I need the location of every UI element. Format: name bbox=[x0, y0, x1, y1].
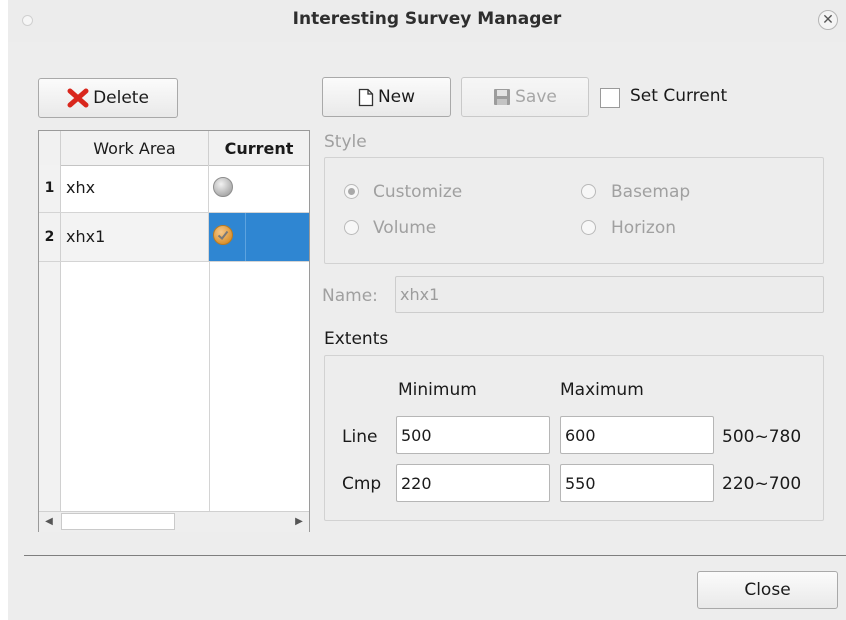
radio-basemap-label: Basemap bbox=[611, 182, 691, 202]
scroll-right-arrow-icon[interactable]: ▶ bbox=[289, 512, 309, 531]
name-field[interactable] bbox=[395, 276, 824, 313]
column-divider bbox=[209, 262, 210, 511]
current-cell[interactable] bbox=[209, 165, 309, 212]
table-header: Work Area Current bbox=[39, 131, 309, 166]
cmp-minimum-input[interactable] bbox=[396, 464, 550, 502]
new-document-icon bbox=[358, 88, 374, 106]
radio-customize[interactable] bbox=[344, 184, 359, 199]
cmp-maximum-input[interactable] bbox=[560, 464, 714, 502]
radio-volume[interactable] bbox=[344, 220, 359, 235]
extents-label: Extents bbox=[324, 329, 389, 349]
work-area-table: Work Area Current 1 xhx 2 xhx1 ◀ ▶ bbox=[38, 130, 310, 532]
work-area-cell[interactable]: xhx1 bbox=[61, 213, 209, 261]
radio-customize-label: Customize bbox=[373, 182, 463, 202]
set-current-label: Set Current bbox=[630, 86, 728, 106]
minimum-header: Minimum bbox=[398, 380, 477, 400]
line-range-text: 500~780 bbox=[722, 427, 802, 447]
cmp-label: Cmp bbox=[342, 474, 382, 494]
new-button-label: New bbox=[377, 87, 416, 107]
new-button[interactable]: New bbox=[322, 77, 451, 117]
delete-button-label: Delete bbox=[93, 88, 149, 108]
radio-horizon-label: Horizon bbox=[611, 218, 676, 238]
inactive-circle-icon bbox=[213, 177, 233, 197]
scroll-left-arrow-icon[interactable]: ◀ bbox=[39, 512, 59, 531]
close-icon: ✕ bbox=[822, 12, 834, 28]
row-number: 1 bbox=[39, 165, 61, 212]
dialog-window: Interesting Survey Manager ✕ Delete New … bbox=[8, 0, 846, 620]
delete-button[interactable]: Delete bbox=[38, 78, 178, 118]
set-current-checkbox[interactable] bbox=[600, 88, 620, 108]
row-header-filler bbox=[39, 262, 61, 511]
window-close-button[interactable]: ✕ bbox=[818, 10, 838, 30]
style-groupbox: Customize Basemap Volume Horizon bbox=[324, 157, 824, 264]
save-button[interactable]: Save bbox=[461, 77, 589, 117]
row-header-corner bbox=[39, 131, 61, 165]
checked-circle-icon bbox=[213, 225, 233, 245]
radio-horizon[interactable] bbox=[581, 220, 596, 235]
column-header-current[interactable]: Current bbox=[209, 131, 309, 165]
table-row[interactable]: 2 xhx1 bbox=[39, 213, 309, 262]
window-title: Interesting Survey Manager bbox=[292, 9, 562, 29]
save-button-label: Save bbox=[515, 87, 557, 107]
close-button-label: Close bbox=[744, 580, 791, 600]
work-area-cell[interactable]: xhx bbox=[61, 165, 209, 212]
delete-x-icon bbox=[67, 88, 89, 108]
maximum-header: Maximum bbox=[560, 380, 644, 400]
radio-volume-label: Volume bbox=[373, 218, 437, 238]
table-row[interactable]: 1 xhx bbox=[39, 165, 309, 213]
cmp-range-text: 220~700 bbox=[722, 474, 802, 494]
row-number: 2 bbox=[39, 213, 61, 261]
column-header-work-area[interactable]: Work Area bbox=[61, 131, 209, 165]
title-bar: Interesting Survey Manager ✕ bbox=[8, 0, 846, 42]
close-button[interactable]: Close bbox=[697, 571, 838, 609]
current-cell[interactable] bbox=[209, 213, 309, 261]
horizontal-scrollbar[interactable]: ◀ ▶ bbox=[39, 511, 309, 532]
line-label: Line bbox=[342, 427, 378, 447]
name-label: Name: bbox=[322, 286, 378, 306]
scrollbar-thumb[interactable] bbox=[61, 513, 175, 530]
line-minimum-input[interactable] bbox=[396, 416, 550, 454]
extents-groupbox: Minimum Maximum Line 500~780 Cmp 220~700 bbox=[324, 355, 824, 521]
radio-selected-dot bbox=[348, 188, 355, 195]
style-group-label: Style bbox=[324, 132, 367, 152]
line-maximum-input[interactable] bbox=[560, 416, 714, 454]
footer-separator bbox=[24, 555, 846, 556]
radio-basemap[interactable] bbox=[581, 184, 596, 199]
save-disk-icon bbox=[494, 89, 511, 105]
